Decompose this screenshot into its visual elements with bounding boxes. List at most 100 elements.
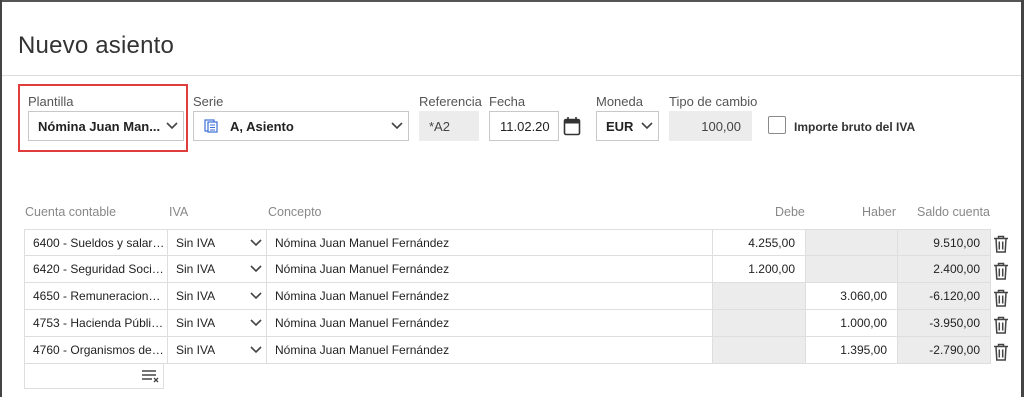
concepto-text: Nómina Juan Manuel Fernández xyxy=(275,289,450,303)
plantilla-value: Nómina Juan Man... xyxy=(38,118,161,134)
cuenta-text: 4760 - Organismos de l... xyxy=(33,343,167,357)
saldo-cell: -3.950,00 xyxy=(898,310,991,337)
table-row: 6400 - Sueldos y salarios Sin IVA Nómina… xyxy=(24,229,991,256)
document-list-icon xyxy=(204,119,226,133)
window-left-border xyxy=(0,0,2,397)
iva-text: Sin IVA xyxy=(176,316,216,330)
saldo-cell: 2.400,00 xyxy=(898,256,991,283)
chevron-down-icon xyxy=(386,122,408,130)
saldo-cell: -2.790,00 xyxy=(898,337,991,364)
debe-cell[interactable] xyxy=(713,337,806,364)
importe-bruto-label: Importe bruto del IVA xyxy=(794,120,916,134)
table-row: 4753 - Hacienda Pública... Sin IVA Nómin… xyxy=(24,310,991,337)
add-line-icon[interactable] xyxy=(140,367,160,385)
concepto-cell[interactable]: Nómina Juan Manuel Fernández xyxy=(267,229,713,256)
debe-cell[interactable]: 4.255,00 xyxy=(713,229,806,256)
trash-icon[interactable] xyxy=(991,230,1011,257)
iva-text: Sin IVA xyxy=(176,343,216,357)
table-row: 4650 - Remuneraciones... Sin IVA Nómina … xyxy=(24,283,991,310)
chevron-down-icon xyxy=(250,343,262,357)
header-cuenta-contable: Cuenta contable xyxy=(25,205,117,219)
cuenta-text: 4753 - Hacienda Pública... xyxy=(33,316,167,330)
saldo-cell: 9.510,00 xyxy=(898,229,991,256)
page-title: Nuevo asiento xyxy=(18,32,175,59)
trash-icon[interactable] xyxy=(991,311,1011,338)
iva-select[interactable]: Sin IVA xyxy=(168,310,267,337)
concepto-cell[interactable]: Nómina Juan Manuel Fernández xyxy=(267,283,713,310)
debe-cell[interactable]: 1.200,00 xyxy=(713,256,806,283)
haber-text: 3.060,00 xyxy=(840,289,887,303)
tipo-cambio-label: Tipo de cambio xyxy=(669,94,758,109)
haber-cell[interactable]: 3.060,00 xyxy=(806,283,898,310)
chevron-down-icon xyxy=(250,316,262,330)
cuenta-cell[interactable]: 4650 - Remuneraciones... xyxy=(24,283,168,310)
table-row: 4760 - Organismos de l... Sin IVA Nómina… xyxy=(24,337,991,364)
debe-text: 4.255,00 xyxy=(748,235,795,250)
header-saldo-cuenta: Saldo cuenta xyxy=(917,205,990,219)
haber-text: 1.000,00 xyxy=(840,316,887,330)
concepto-cell[interactable]: Nómina Juan Manuel Fernández xyxy=(267,337,713,364)
trash-icon[interactable] xyxy=(991,338,1011,365)
header-concepto: Concepto xyxy=(268,205,322,219)
header-iva: IVA xyxy=(169,205,189,219)
haber-cell[interactable]: 1.395,00 xyxy=(806,337,898,364)
calendar-icon[interactable] xyxy=(559,111,585,141)
concepto-text: Nómina Juan Manuel Fernández xyxy=(275,316,450,330)
iva-select[interactable]: Sin IVA xyxy=(168,256,267,283)
concepto-cell[interactable]: Nómina Juan Manuel Fernández xyxy=(267,310,713,337)
header-divider xyxy=(2,75,1021,76)
plantilla-select[interactable]: Nómina Juan Man... xyxy=(28,111,184,141)
iva-text: Sin IVA xyxy=(176,235,216,250)
cuenta-cell[interactable]: 4760 - Organismos de l... xyxy=(24,337,168,364)
haber-cell[interactable] xyxy=(806,229,898,256)
haber-text: 1.395,00 xyxy=(840,343,887,357)
cuenta-text: 6400 - Sueldos y salarios xyxy=(33,235,167,250)
cuenta-cell[interactable]: 6400 - Sueldos y salarios xyxy=(24,229,168,256)
chevron-down-icon xyxy=(250,236,262,250)
moneda-value: EUR xyxy=(606,118,634,134)
saldo-text: 2.400,00 xyxy=(933,262,980,276)
fecha-label: Fecha xyxy=(489,94,526,109)
tipo-cambio-value: 100,00 xyxy=(669,111,752,141)
header-haber: Haber xyxy=(862,205,897,219)
chevron-down-icon xyxy=(250,262,262,276)
fecha-value: 11.02.20 xyxy=(500,118,550,134)
fecha-input[interactable]: 11.02.20 xyxy=(489,111,559,141)
serie-label: Serie xyxy=(193,94,224,109)
serie-value: A, Asiento xyxy=(230,118,294,134)
moneda-label: Moneda xyxy=(596,94,643,109)
chevron-down-icon xyxy=(250,289,262,303)
debe-cell[interactable] xyxy=(713,310,806,337)
concepto-cell[interactable]: Nómina Juan Manuel Fernández xyxy=(267,256,713,283)
trash-icon[interactable] xyxy=(991,284,1011,311)
saldo-text: 9.510,00 xyxy=(933,235,980,250)
referencia-label: Referencia xyxy=(419,94,482,109)
saldo-text: -2.790,00 xyxy=(929,343,980,357)
chevron-down-icon xyxy=(636,122,658,130)
window-top-border xyxy=(0,0,1024,2)
saldo-text: -6.120,00 xyxy=(929,289,980,303)
moneda-select[interactable]: EUR xyxy=(596,111,659,141)
cuenta-text: 6420 - Seguridad Social... xyxy=(33,262,167,276)
haber-cell[interactable]: 1.000,00 xyxy=(806,310,898,337)
saldo-cell: -6.120,00 xyxy=(898,283,991,310)
table-row: 6420 - Seguridad Social... Sin IVA Nómin… xyxy=(24,256,991,283)
iva-text: Sin IVA xyxy=(176,262,216,276)
chevron-down-icon xyxy=(161,122,183,130)
serie-select[interactable]: A, Asiento xyxy=(193,111,409,141)
iva-select[interactable]: Sin IVA xyxy=(168,229,267,256)
referencia-value: *A2 xyxy=(419,111,479,141)
iva-select[interactable]: Sin IVA xyxy=(168,337,267,364)
importe-bruto-checkbox[interactable] xyxy=(768,116,786,134)
cuenta-cell[interactable]: 6420 - Seguridad Social... xyxy=(24,256,168,283)
iva-select[interactable]: Sin IVA xyxy=(168,283,267,310)
trash-icon[interactable] xyxy=(991,257,1011,284)
debe-cell[interactable] xyxy=(713,283,806,310)
cuenta-cell[interactable]: 4753 - Hacienda Pública... xyxy=(24,310,168,337)
cuenta-text: 4650 - Remuneraciones... xyxy=(33,289,167,303)
header-debe: Debe xyxy=(775,205,805,219)
saldo-text: -3.950,00 xyxy=(929,316,980,330)
haber-cell[interactable] xyxy=(806,256,898,283)
debe-text: 1.200,00 xyxy=(748,262,795,276)
concepto-text: Nómina Juan Manuel Fernández xyxy=(275,262,450,276)
